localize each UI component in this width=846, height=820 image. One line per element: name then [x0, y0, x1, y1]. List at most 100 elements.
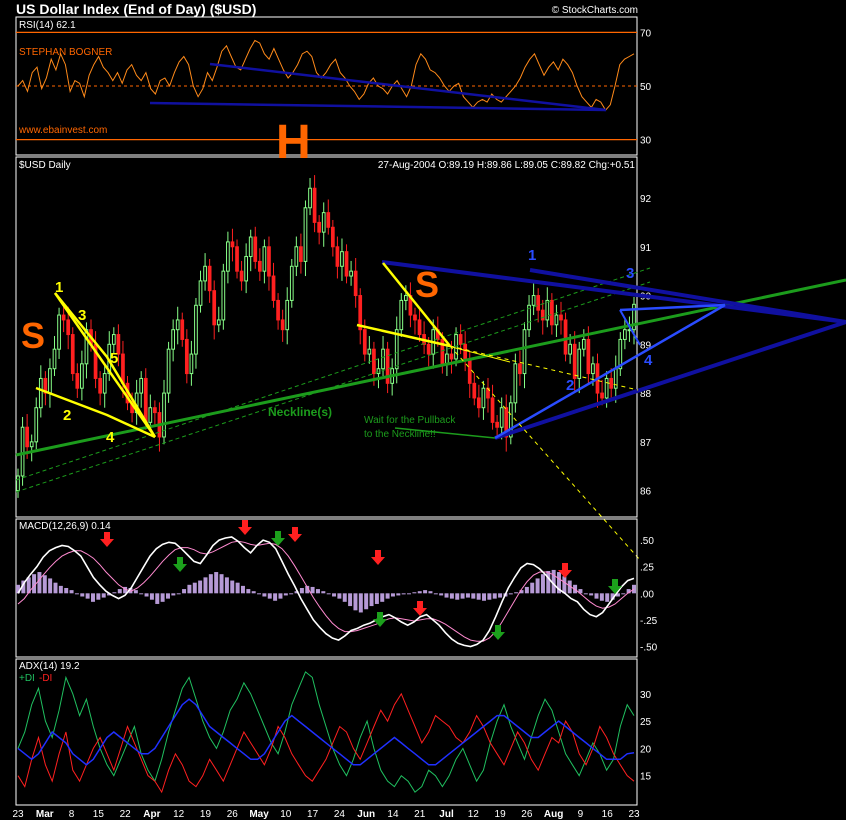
- macd-histogram-bar: [348, 593, 353, 607]
- pullback-note-line1: Wait for the Pullback: [364, 415, 456, 426]
- candle-body: [449, 353, 454, 360]
- macd-histogram-bar: [530, 582, 535, 594]
- candle-body: [481, 387, 486, 409]
- macd-histogram-bar: [214, 572, 219, 594]
- candle-body: [285, 299, 290, 331]
- candle-body: [559, 314, 563, 321]
- candle-body: [572, 343, 577, 379]
- price-label: $USD Daily: [19, 160, 71, 171]
- candle-body: [111, 334, 116, 345]
- price-tick-label: 91: [640, 243, 652, 254]
- right-shoulder-label: S: [415, 264, 439, 305]
- candle-body: [426, 343, 431, 355]
- adx-tick-label: 25: [640, 717, 652, 728]
- macd-histogram-bar: [326, 593, 331, 595]
- candle-body: [604, 377, 609, 399]
- candle-body: [413, 314, 417, 321]
- macd-histogram-bar: [267, 593, 272, 599]
- candle-body: [253, 236, 258, 262]
- candle-body: [518, 363, 522, 375]
- red-arrow-icon: [100, 532, 114, 547]
- candle-body: [38, 377, 43, 409]
- candle-body: [16, 475, 20, 492]
- macd-histogram-bar: [605, 593, 610, 602]
- macd-histogram-bar: [251, 591, 256, 594]
- macd-histogram-bar: [101, 593, 106, 598]
- macd-histogram-bar: [48, 578, 53, 594]
- chart-window: US Dollar Index (End of Day) ($USD) © St…: [0, 0, 846, 820]
- adx-axis-ticks: 15 20 25 30: [640, 690, 652, 783]
- macd-histogram-bar: [171, 593, 176, 596]
- yellow-label-3: 3: [78, 307, 86, 324]
- red-arrow-icon: [288, 527, 302, 542]
- macd-histogram-bar: [144, 593, 149, 597]
- macd-histogram-bar: [315, 589, 320, 594]
- candle-body: [75, 373, 80, 389]
- green-arrow-icon: [173, 557, 187, 572]
- macd-histogram-bar: [187, 584, 192, 594]
- adx-tick-label: 20: [640, 744, 652, 755]
- candle-body: [235, 246, 239, 272]
- macd-histogram-bar: [149, 593, 154, 600]
- macd-histogram-bar: [64, 588, 69, 594]
- adx-panel: ADX(14) 19.2 +DI -DI 15 20 25 30: [15, 658, 652, 806]
- yellow-label-4: 4: [106, 429, 115, 446]
- macd-histogram-bar: [332, 593, 337, 597]
- macd-histogram-bar: [289, 593, 294, 595]
- macd-histogram-bar: [482, 593, 487, 601]
- date-tick-label: 19: [495, 809, 507, 820]
- date-tick-label: 8: [69, 809, 75, 820]
- date-tick-label: 12: [173, 809, 185, 820]
- candle-body: [57, 314, 61, 350]
- candle-body: [321, 212, 326, 233]
- candle-body: [344, 251, 349, 277]
- macd-histogram: [16, 569, 636, 613]
- macd-histogram-bar: [337, 593, 342, 599]
- macd-histogram-bar: [417, 591, 422, 594]
- macd-histogram-bar: [321, 591, 326, 594]
- price-tick-label: 87: [640, 438, 652, 449]
- neckline-label: Neckline(s): [268, 405, 332, 419]
- macd-histogram-bar: [524, 586, 529, 594]
- candle-body: [299, 246, 303, 262]
- candle-body: [207, 265, 212, 292]
- candle-body: [472, 382, 477, 399]
- candle-body: [362, 329, 367, 355]
- macd-histogram-bar: [42, 575, 47, 594]
- macd-histogram-bar: [133, 590, 138, 594]
- macd-tick-label: .50: [640, 536, 654, 547]
- macd-histogram-bar: [396, 593, 401, 596]
- copyright-notice: © StockCharts.com: [552, 5, 638, 16]
- macd-histogram-bar: [310, 586, 315, 594]
- macd-histogram-bar: [342, 593, 347, 602]
- macd-histogram-bar: [433, 593, 438, 595]
- date-axis: 23 Mar 8 15 22 Apr 12 19 26 May 10 17 24 Jun 14 21 Jul 12…: [12, 809, 640, 820]
- macd-histogram-bar: [401, 593, 406, 595]
- candle-body: [545, 299, 550, 321]
- candle-body: [550, 299, 554, 326]
- candle-body: [276, 299, 280, 321]
- macd-histogram-bar: [594, 593, 599, 599]
- candle-body: [48, 368, 52, 394]
- date-tick-label: 12: [468, 809, 480, 820]
- macd-histogram-bar: [203, 577, 208, 594]
- adx-tick-label: 15: [640, 772, 652, 783]
- candle-body: [239, 270, 244, 282]
- date-tick-label: 9: [578, 809, 584, 820]
- date-tick-label: 24: [334, 809, 346, 820]
- macd-histogram-bar: [385, 593, 390, 599]
- rsi-tick-label: 30: [640, 136, 652, 147]
- macd-histogram-bar: [449, 593, 454, 599]
- candle-body: [203, 265, 207, 282]
- candle-body: [34, 407, 39, 443]
- candle-body: [98, 377, 102, 394]
- macd-histogram-bar: [262, 593, 267, 597]
- macd-histogram-bar: [390, 593, 395, 597]
- candle-body: [212, 290, 217, 326]
- chart-title: US Dollar Index (End of Day) ($USD): [16, 1, 256, 17]
- candle-body: [536, 295, 541, 311]
- candle-body: [581, 338, 586, 350]
- macd-histogram-bar: [85, 593, 90, 599]
- macd-histogram-bar: [423, 590, 428, 594]
- candle-body: [20, 426, 25, 477]
